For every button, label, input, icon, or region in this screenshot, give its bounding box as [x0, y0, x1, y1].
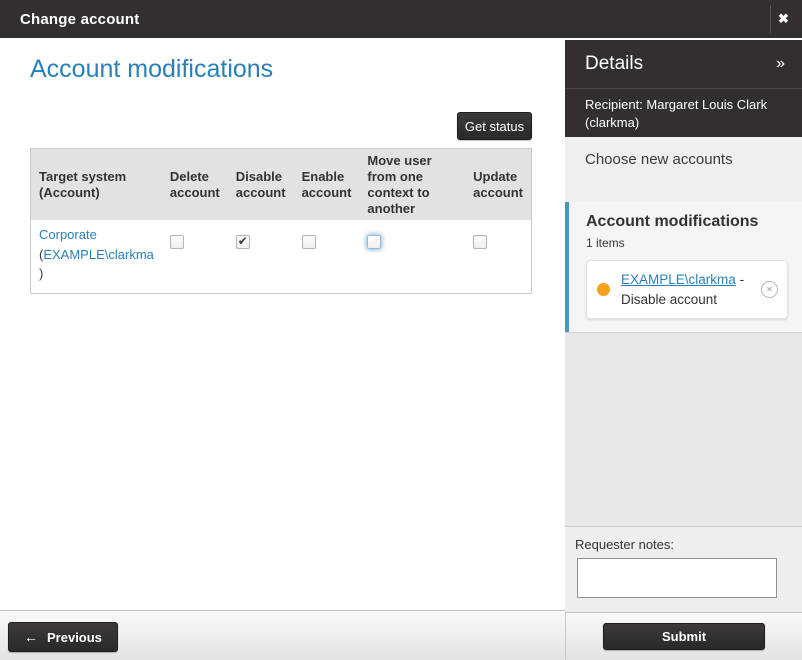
move-user-checkbox[interactable]: [367, 235, 381, 249]
column-header-enable-account: Enable account: [294, 149, 360, 221]
target-system-cell: Corporate (EXAMPLE\clarkma ): [31, 220, 162, 293]
account-link[interactable]: EXAMPLE\clarkma: [43, 247, 154, 262]
choose-new-accounts-heading: Choose new accounts: [565, 137, 802, 202]
account-modifications-panel: Account modifications 1 items EXAMPLE\cl…: [565, 202, 802, 332]
window-title: Change account: [20, 11, 139, 28]
modification-list-item: EXAMPLE\clarkma - Disable account ✕: [586, 260, 788, 319]
delete-account-cell: [162, 220, 228, 293]
main-footer: ← Previous: [0, 610, 565, 660]
disable-account-checkbox[interactable]: [236, 235, 250, 249]
close-icon[interactable]: ✖: [771, 0, 796, 38]
column-header-disable-account: Disable account: [228, 149, 294, 221]
arrow-left-icon: ←: [24, 629, 38, 645]
column-header-delete-account: Delete account: [162, 149, 228, 221]
table-header-row: Target system (Account) Delete account D…: [31, 149, 532, 221]
chevron-double-right-icon[interactable]: »: [776, 55, 785, 73]
table-row: Corporate (EXAMPLE\clarkma ): [31, 220, 532, 293]
previous-button[interactable]: ← Previous: [8, 622, 118, 652]
enable-account-cell: [294, 220, 360, 293]
status-dot-icon: [597, 283, 610, 296]
page-title: Account modifications: [30, 55, 273, 84]
delete-account-checkbox[interactable]: [170, 235, 184, 249]
requester-notes-input[interactable]: [577, 558, 777, 598]
title-bar: Change account ✖: [0, 0, 802, 38]
modifications-count: 1 items: [586, 236, 788, 250]
get-status-button[interactable]: Get status: [457, 112, 532, 140]
submit-button[interactable]: Submit: [603, 623, 765, 650]
column-header-target-system: Target system (Account): [31, 149, 162, 221]
update-account-cell: [465, 220, 531, 293]
modification-item-text: EXAMPLE\clarkma - Disable account: [621, 270, 755, 309]
details-header: Details »: [565, 40, 802, 88]
disable-account-cell: [228, 220, 294, 293]
modifications-panel-title: Account modifications: [586, 213, 788, 231]
details-title: Details: [585, 53, 643, 75]
recipient-info: Recipient: Margaret Louis Clark (clarkma…: [565, 88, 802, 137]
enable-account-checkbox[interactable]: [302, 235, 316, 249]
requester-notes-label: Requester notes:: [575, 537, 802, 552]
requester-notes-section: Requester notes:: [565, 527, 802, 612]
account-modifications-table: Target system (Account) Delete account D…: [30, 148, 532, 294]
previous-button-label: Previous: [47, 630, 102, 645]
remove-item-icon[interactable]: ✕: [761, 281, 778, 298]
account-paren-close: ): [39, 266, 43, 281]
update-account-checkbox[interactable]: [473, 235, 487, 249]
details-sidebar: Details » Recipient: Margaret Louis Clar…: [565, 40, 802, 660]
sidebar-spacer: [565, 332, 802, 527]
column-header-update-account: Update account: [465, 149, 531, 221]
main-content: Account modifications Get status Target …: [0, 38, 565, 610]
column-header-move-user: Move user from one context to another: [359, 149, 465, 221]
modification-account-link[interactable]: EXAMPLE\clarkma: [621, 272, 736, 287]
move-user-cell: [359, 220, 465, 293]
sidebar-footer: Submit: [565, 612, 802, 660]
target-system-link[interactable]: Corporate: [39, 227, 97, 242]
